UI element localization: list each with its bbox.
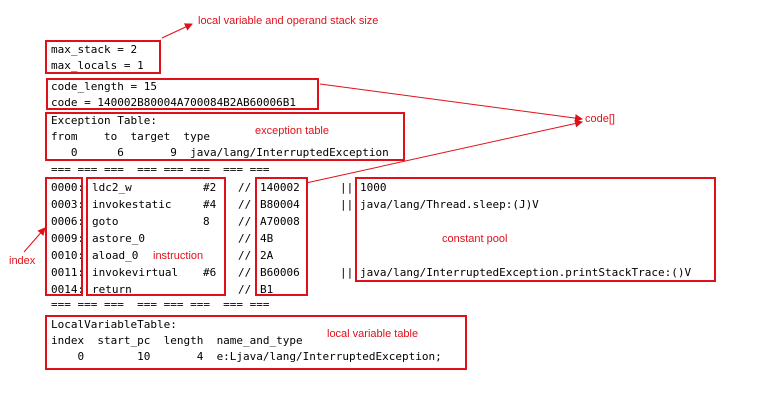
constant-pool-separator: || [340, 181, 354, 194]
index-label: index [9, 255, 36, 267]
arrow-index [23, 227, 46, 253]
code-box [46, 78, 319, 110]
exception-table-label: exception table [255, 125, 329, 137]
arrow-stack-size [161, 23, 193, 39]
exception-table-box [45, 112, 405, 161]
constant-pool-separator: || [340, 198, 354, 211]
stack-size-box [45, 40, 161, 74]
separator-top: === === === === === === === === [51, 163, 270, 176]
instruction-label: instruction [153, 250, 204, 262]
constant-pool-label: constant pool [442, 233, 508, 245]
instruction-slashes: // [238, 198, 252, 211]
instruction-slashes: // [238, 181, 252, 194]
separator-bottom: === === === === === === === === [51, 298, 270, 311]
hex-column-box [255, 177, 308, 296]
instruction-slashes: // [238, 266, 252, 279]
instruction-slashes: // [238, 215, 252, 228]
local-variable-table-label: local variable table [327, 328, 419, 340]
stack-size-label: local variable and operand stack size [198, 15, 379, 27]
instruction-slashes: // [238, 249, 252, 262]
constant-pool-separator: || [340, 266, 354, 279]
bytecode-diagram: max_stack = 2 max_locals = 1 local varia… [0, 0, 758, 411]
local-variable-table-box [45, 315, 467, 370]
instruction-slashes: // [238, 232, 252, 245]
instruction-slashes: // [238, 283, 252, 296]
constant-pool-box [355, 177, 716, 282]
index-column-box [45, 177, 83, 296]
instruction-column-box [86, 177, 226, 296]
code-array-label: code[] [585, 113, 615, 125]
